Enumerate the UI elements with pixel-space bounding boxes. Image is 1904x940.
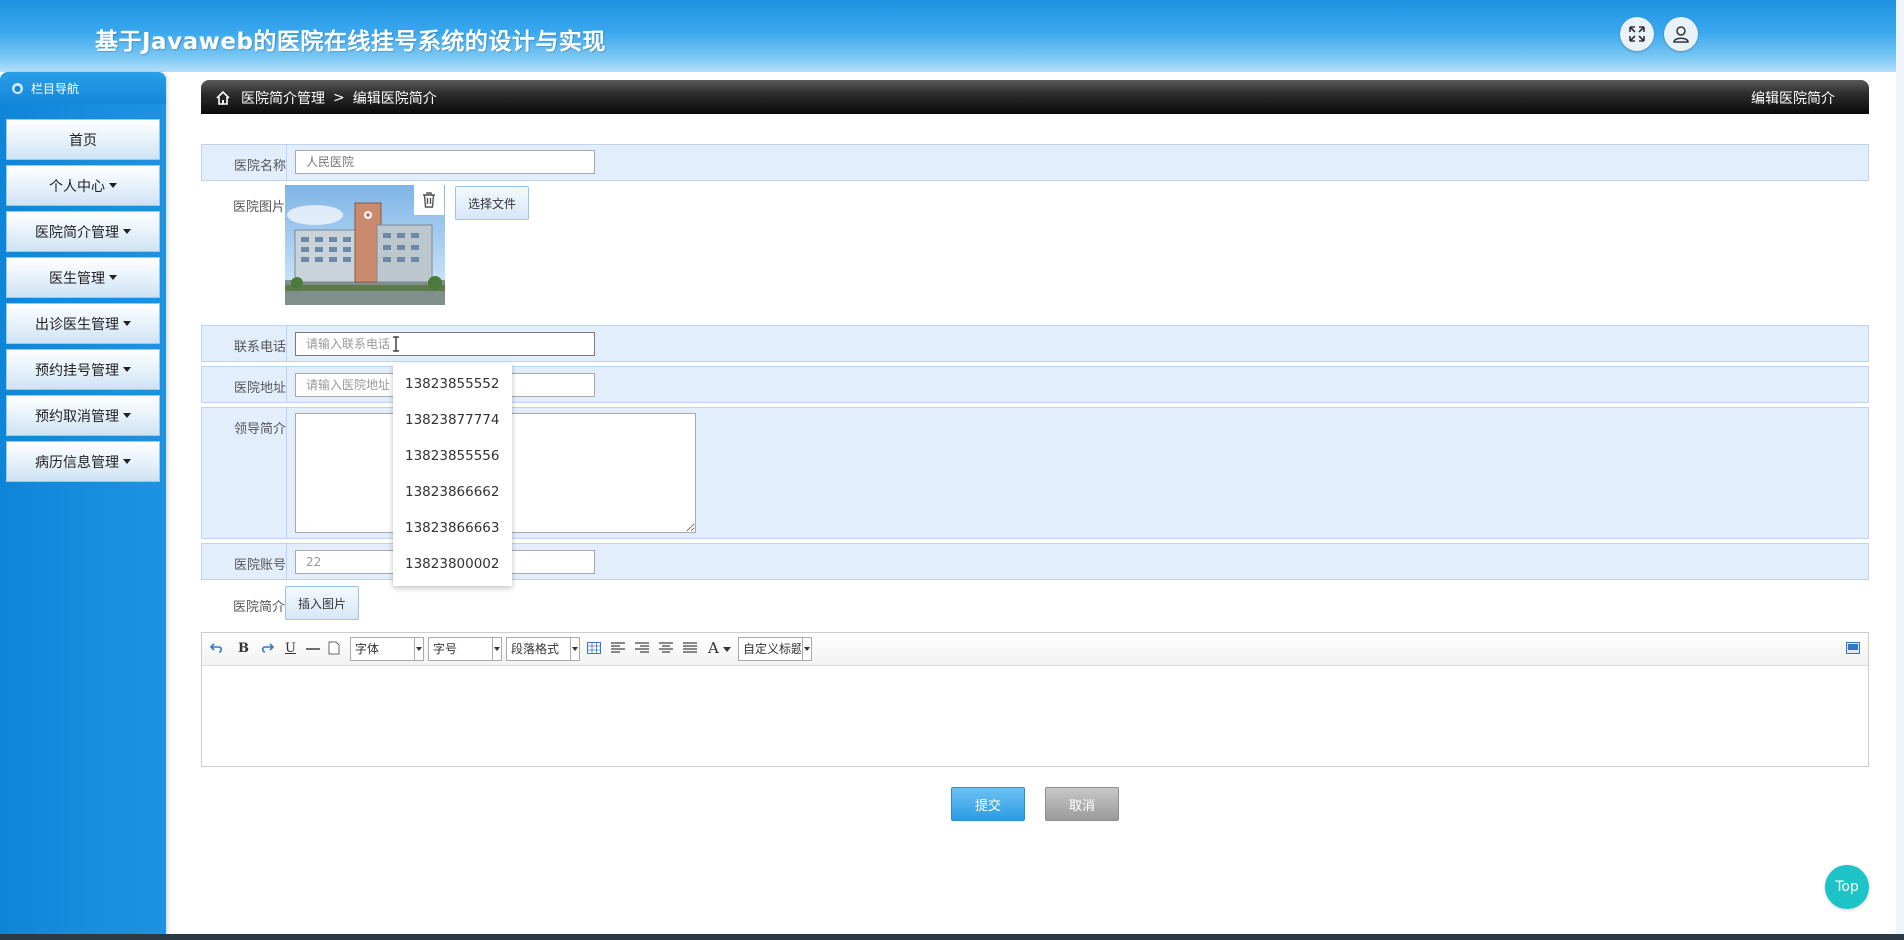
align-justify-icon[interactable] — [683, 642, 697, 654]
autocomplete-option[interactable]: 13823800002 — [393, 546, 512, 582]
form-row-intro: 医院简介 — [201, 584, 1869, 628]
document-icon[interactable] — [328, 641, 340, 655]
delete-image-button[interactable] — [414, 185, 444, 215]
home-icon[interactable] — [215, 90, 231, 106]
caret-down-icon — [109, 275, 117, 280]
chevron-down-icon — [414, 638, 423, 660]
sidebar-item-label: 病历信息管理 — [35, 454, 119, 471]
sidebar-item-appointments[interactable]: 预约挂号管理 — [6, 349, 160, 390]
breadcrumb-separator: > — [333, 90, 345, 106]
font-family-value: 字体 — [355, 642, 380, 656]
sidebar-item-label: 医院简介管理 — [35, 224, 119, 241]
sidebar-item-label: 个人中心 — [49, 178, 105, 195]
leader-label: 领导简介 — [233, 422, 286, 437]
form-row-name: 医院名称 人民医院 — [201, 144, 1869, 181]
breadcrumb: 医院简介管理 > 编辑医院简介 编辑医院简介 — [201, 80, 1869, 114]
table-icon[interactable] — [587, 642, 601, 654]
fullscreen-icon — [1629, 26, 1645, 42]
chevron-down-icon — [492, 638, 501, 660]
sidebar-item-label: 预约挂号管理 — [35, 362, 119, 379]
rich-text-editor[interactable]: B U 字体 字号 段落格式 A 自定义标题 — [201, 632, 1869, 767]
bold-button[interactable]: B — [238, 641, 249, 656]
nav-dot-icon: ● — [12, 82, 23, 94]
underline-button[interactable]: U — [285, 641, 296, 656]
autocomplete-option[interactable]: 13823855552 — [393, 366, 512, 402]
caret-down-icon — [722, 646, 731, 652]
intro-label: 医院简介 — [232, 600, 285, 615]
font-family-select[interactable]: 字体 — [350, 637, 424, 661]
address-label: 医院地址 — [233, 381, 286, 396]
sidebar-heading: ● 栏目导航 — [0, 72, 166, 104]
user-button[interactable] — [1664, 17, 1698, 51]
redo-icon[interactable] — [260, 641, 274, 655]
site-title: 基于Javaweb的医院在线挂号系统的设计与实现 — [95, 29, 606, 55]
font-size-select[interactable]: 字号 — [428, 637, 502, 661]
horizontal-rule-icon[interactable] — [306, 647, 320, 651]
phone-input[interactable]: 请输入联系电话 — [295, 332, 595, 356]
sidebar: ● 栏目导航 首页 个人中心 医院简介管理 医生管理 出诊医生管理 预约挂号管理… — [0, 72, 166, 934]
align-right-icon[interactable] — [635, 642, 649, 654]
autocomplete-option[interactable]: 13823877774 — [393, 402, 512, 438]
custom-title-select[interactable]: 自定义标题 — [738, 637, 812, 661]
sidebar-item-label: 医生管理 — [49, 270, 105, 287]
sidebar-item-label: 首页 — [69, 132, 97, 149]
sidebar-item-label: 出诊医生管理 — [35, 316, 119, 333]
taskbar-edge — [0, 934, 1904, 940]
sidebar-item-home[interactable]: 首页 — [6, 119, 160, 160]
paragraph-format-select[interactable]: 段落格式 — [506, 637, 580, 661]
phone-label: 联系电话 — [233, 340, 286, 355]
caret-down-icon — [123, 321, 131, 326]
caret-down-icon — [109, 183, 117, 188]
align-center-icon[interactable] — [659, 642, 673, 654]
chevron-down-icon — [570, 638, 579, 660]
breadcrumb-section[interactable]: 医院简介管理 — [241, 88, 325, 108]
sidebar-item-medical-records[interactable]: 病历信息管理 — [6, 441, 160, 482]
sidebar-item-hospital-intro[interactable]: 医院简介管理 — [6, 211, 160, 252]
align-left-icon[interactable] — [611, 642, 625, 654]
custom-title-value: 自定义标题 — [743, 642, 801, 656]
submit-button[interactable]: 提交 — [951, 787, 1025, 821]
insert-image-button[interactable]: 插入图片 — [285, 586, 359, 620]
page-heading: 编辑医院简介 — [1751, 91, 1835, 107]
font-color-button[interactable]: A — [708, 639, 731, 657]
account-label: 医院账号 — [233, 558, 286, 573]
paragraph-format-value: 段落格式 — [511, 642, 560, 656]
font-color-label: A — [708, 639, 719, 657]
source-view-icon[interactable] — [1846, 642, 1860, 654]
form-row-image: 医院图片 — [201, 181, 1869, 323]
font-size-value: 字号 — [433, 642, 458, 656]
editor-content-area[interactable] — [202, 666, 1868, 766]
undo-icon[interactable] — [210, 641, 224, 655]
name-label: 医院名称 — [233, 159, 286, 174]
text-cursor-icon — [393, 336, 399, 352]
caret-down-icon — [123, 367, 131, 372]
caret-down-icon — [123, 413, 131, 418]
image-label: 医院图片 — [232, 200, 285, 215]
phone-autocomplete-list: 13823855552 13823877774 13823855556 1382… — [393, 364, 512, 586]
breadcrumb-current: 编辑医院简介 — [352, 91, 437, 107]
autocomplete-option[interactable]: 13823855556 — [393, 438, 512, 474]
sidebar-item-doctors[interactable]: 医生管理 — [6, 257, 160, 298]
editor-toolbar: B U 字体 字号 段落格式 A 自定义标题 — [202, 633, 1868, 666]
choose-file-button[interactable]: 选择文件 — [455, 186, 529, 220]
sidebar-heading-label: 栏目导航 — [31, 81, 80, 96]
hospital-name-input[interactable]: 人民医院 — [295, 150, 595, 174]
back-to-top-button[interactable]: Top — [1825, 865, 1869, 909]
page-scrollbar[interactable] — [1896, 0, 1904, 940]
sidebar-item-personal-center[interactable]: 个人中心 — [6, 165, 160, 206]
user-icon — [1673, 26, 1689, 43]
top-header: 基于Javaweb的医院在线挂号系统的设计与实现 — [0, 0, 1904, 72]
cancel-button[interactable]: 取消 — [1045, 787, 1119, 821]
fullscreen-button[interactable] — [1620, 17, 1654, 51]
form-row-phone: 联系电话 请输入联系电话 — [201, 325, 1869, 362]
trash-icon — [423, 192, 435, 208]
sidebar-item-cancellations[interactable]: 预约取消管理 — [6, 395, 160, 436]
autocomplete-option[interactable]: 13823866662 — [393, 474, 512, 510]
sidebar-item-visiting-doctors[interactable]: 出诊医生管理 — [6, 303, 160, 344]
caret-down-icon — [123, 229, 131, 234]
autocomplete-option[interactable]: 13823866663 — [393, 510, 512, 546]
caret-down-icon — [123, 459, 131, 464]
chevron-down-icon — [802, 638, 811, 660]
sidebar-item-label: 预约取消管理 — [35, 408, 119, 425]
